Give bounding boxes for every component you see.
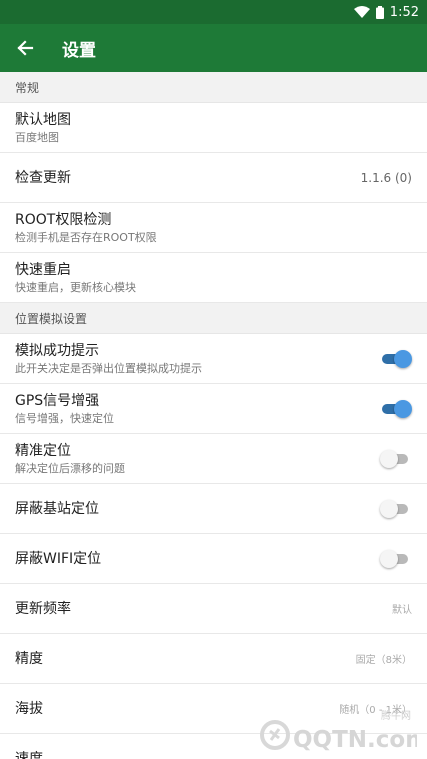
setting-subtitle: 检测手机是否存在ROOT权限	[15, 230, 157, 244]
setting-title: 更新频率	[15, 600, 71, 617]
status-time: 1:52	[389, 4, 419, 20]
arrow-left-icon	[17, 40, 34, 56]
setting-quick-restart[interactable]: 快速重启 快速重启，更新核心模块	[0, 253, 427, 303]
setting-subtitle: 解决定位后漂移的问题	[15, 461, 125, 475]
setting-block-wifi-location[interactable]: 屏蔽WIFI定位	[0, 534, 427, 584]
status-bar: 1:52	[0, 0, 427, 24]
setting-title: 屏蔽WIFI定位	[15, 550, 102, 567]
setting-title: 快速重启	[15, 261, 71, 278]
setting-title: ROOT权限检测	[15, 211, 112, 228]
mock-success-tip-switch[interactable]	[380, 349, 412, 369]
setting-title: 速度	[15, 750, 43, 759]
setting-title: 海拔	[15, 700, 43, 717]
setting-precise-location[interactable]: 精准定位 解决定位后漂移的问题	[0, 434, 427, 484]
app-bar: 设置	[0, 24, 427, 72]
wifi-icon	[353, 6, 370, 18]
precise-location-switch[interactable]	[380, 449, 412, 469]
setting-title: 精准定位	[15, 442, 71, 459]
section-header-general: 常规	[0, 72, 427, 103]
gps-boost-switch[interactable]	[380, 399, 412, 419]
setting-subtitle: 百度地图	[15, 130, 59, 144]
setting-altitude[interactable]: 海拔 随机（0 - 1米）	[0, 684, 427, 734]
setting-speed[interactable]: 速度	[0, 734, 427, 759]
section-header-location: 位置模拟设置	[0, 303, 427, 334]
version-value: 1.1.6 (0)	[360, 170, 412, 185]
page-title: 设置	[62, 40, 96, 61]
accuracy-value: 固定（8米）	[355, 655, 412, 666]
back-button[interactable]	[0, 24, 50, 72]
setting-title: 精度	[15, 650, 43, 667]
block-wifi-location-switch[interactable]	[380, 549, 412, 569]
setting-subtitle: 此开关决定是否弹出位置模拟成功提示	[15, 361, 202, 375]
battery-icon	[375, 5, 384, 19]
setting-root-check[interactable]: ROOT权限检测 检测手机是否存在ROOT权限	[0, 203, 427, 253]
setting-mock-success-tip[interactable]: 模拟成功提示 此开关决定是否弹出位置模拟成功提示	[0, 334, 427, 384]
setting-block-cell-location[interactable]: 屏蔽基站定位	[0, 484, 427, 534]
setting-check-update[interactable]: 检查更新 1.1.6 (0)	[0, 153, 427, 203]
update-frequency-value: 默认	[392, 605, 412, 616]
setting-title: 默认地图	[15, 111, 71, 128]
setting-title: 屏蔽基站定位	[15, 500, 99, 517]
settings-list: 常规 默认地图 百度地图 检查更新 1.1.6 (0) ROOT权限检测 检测手…	[0, 72, 427, 759]
setting-update-frequency[interactable]: 更新频率 默认	[0, 584, 427, 634]
setting-default-map[interactable]: 默认地图 百度地图	[0, 103, 427, 153]
setting-accuracy[interactable]: 精度 固定（8米）	[0, 634, 427, 684]
setting-title: 检查更新	[15, 169, 71, 186]
setting-title: GPS信号增强	[15, 392, 100, 409]
altitude-value: 随机（0 - 1米）	[339, 705, 412, 716]
setting-subtitle: 快速重启，更新核心模块	[15, 280, 136, 294]
block-cell-location-switch[interactable]	[380, 499, 412, 519]
setting-gps-boost[interactable]: GPS信号增强 信号增强，快速定位	[0, 384, 427, 434]
setting-title: 模拟成功提示	[15, 342, 99, 359]
setting-subtitle: 信号增强，快速定位	[15, 411, 114, 425]
